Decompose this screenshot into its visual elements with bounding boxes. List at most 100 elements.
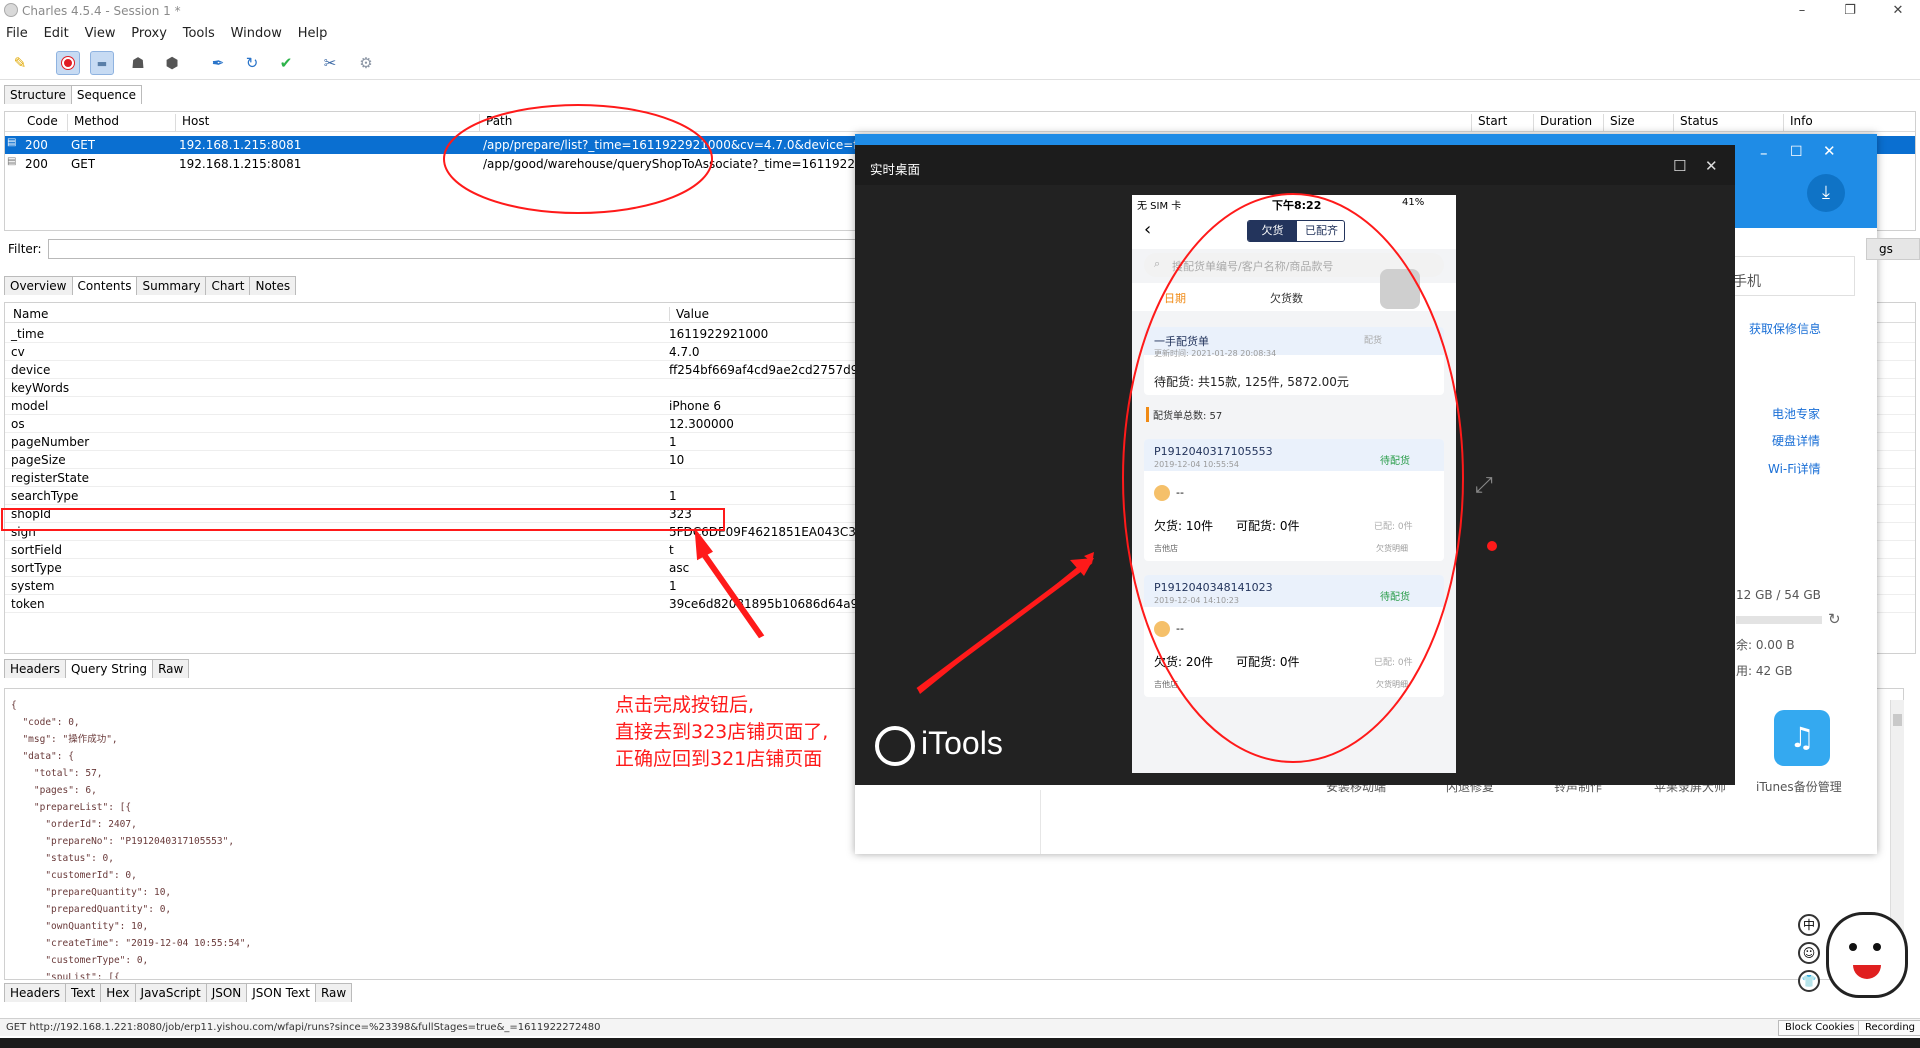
tab-notes[interactable]: Notes xyxy=(249,276,297,295)
tab-raw[interactable]: Raw xyxy=(152,659,190,678)
broom-icon[interactable]: ✎ xyxy=(8,51,32,75)
col-path[interactable]: Path xyxy=(479,114,512,132)
menu-proxy[interactable]: Proxy xyxy=(125,24,173,43)
view-tabs: Structure Sequence xyxy=(4,85,143,105)
tab-headers[interactable]: Headers xyxy=(4,983,66,1002)
col-name[interactable]: Name xyxy=(13,307,48,321)
title-bar: Charles 4.5.4 - Session 1 * – ❐ ✕ xyxy=(0,0,1920,22)
tools-icon[interactable]: ✂ xyxy=(318,51,342,75)
tab-query-string[interactable]: Query String xyxy=(64,659,154,678)
col-value[interactable]: Value xyxy=(669,307,709,321)
throttle-icon[interactable]: ▬ xyxy=(90,51,114,75)
download-icon[interactable]: ⤓ xyxy=(1807,174,1845,212)
shirt-icon[interactable]: 👕 xyxy=(1798,970,1820,992)
order-time: 2019-12-04 10:55:54 xyxy=(1154,460,1239,469)
param-value: 1 xyxy=(669,435,677,449)
maximize-icon[interactable]: ☐ xyxy=(1673,157,1686,175)
menu-edit[interactable]: Edit xyxy=(38,24,75,43)
emoji-icon[interactable]: ☺ xyxy=(1798,942,1820,964)
order-card[interactable]: P1912040317105553 2019-12-04 10:55:54 待配… xyxy=(1144,439,1444,561)
refresh-icon[interactable]: ↻ xyxy=(240,51,264,75)
itunes-backup-label[interactable]: iTunes备份管理 xyxy=(1756,778,1842,795)
tab-sequence[interactable]: Sequence xyxy=(70,85,143,104)
record-icon[interactable] xyxy=(56,51,80,75)
menu-view[interactable]: View xyxy=(79,24,122,43)
tab-overview[interactable]: Overview xyxy=(4,276,73,295)
tab-owe[interactable]: 欠货 xyxy=(1248,221,1297,241)
col-start[interactable]: Start xyxy=(1471,114,1507,132)
tab-text[interactable]: Text xyxy=(64,983,102,1002)
customer-name: -- xyxy=(1176,622,1184,635)
turtle-icon[interactable]: ☗ xyxy=(126,51,150,75)
menu-window[interactable]: Window xyxy=(225,24,288,43)
itools-minimize-icon[interactable]: – xyxy=(1760,144,1768,162)
itools-restore-icon[interactable]: ☐ xyxy=(1790,144,1803,160)
param-name: pageNumber xyxy=(11,435,90,449)
menu-bar: File Edit View Proxy Tools Window Help xyxy=(0,24,1920,44)
row-method: GET xyxy=(71,157,96,171)
order-status: 待配货 xyxy=(1380,592,1410,603)
json-line: "spuList": [{ xyxy=(11,972,120,980)
col-status[interactable]: Status xyxy=(1673,114,1718,132)
tab-complete[interactable]: 已配齐 xyxy=(1297,221,1344,241)
col-size[interactable]: Size xyxy=(1603,114,1635,132)
owe-detail-link[interactable]: 欠货明细 xyxy=(1376,679,1408,690)
hexagon-icon[interactable]: ⬢ xyxy=(160,51,184,75)
assistive-touch-icon[interactable] xyxy=(1380,269,1420,309)
param-name: cv xyxy=(11,345,25,359)
tab-javascript[interactable]: JavaScript xyxy=(134,983,207,1002)
summary-updated: 更新时间: 2021-01-28 20:08:34 xyxy=(1154,349,1277,358)
summary-card[interactable]: 一手配货单 更新时间: 2021-01-28 20:08:34 配货 待配货: … xyxy=(1144,327,1444,395)
phone-status-bar: 无 SIM 卡 下午8:22 41% xyxy=(1132,195,1456,213)
pen-icon[interactable]: ✒ xyxy=(206,51,230,75)
col-host[interactable]: Host xyxy=(175,114,209,132)
tab-contents[interactable]: Contents xyxy=(71,276,138,295)
total-label: 配货单总数: 57 xyxy=(1146,407,1222,422)
battery-link[interactable]: 电池专家 xyxy=(1772,405,1820,422)
itunes-icon[interactable]: ♫ xyxy=(1774,710,1830,766)
param-value: 323 xyxy=(669,507,692,521)
restore-button[interactable]: ❐ xyxy=(1838,2,1862,20)
param-name: searchType xyxy=(11,489,79,503)
param-value: 10 xyxy=(669,453,685,467)
tab-json-text[interactable]: JSON Text xyxy=(246,983,316,1002)
carrier-text: 无 SIM 卡 xyxy=(1137,201,1182,212)
zhong-icon[interactable]: 中 xyxy=(1798,914,1820,936)
menu-help[interactable]: Help xyxy=(292,24,334,43)
tab-headers[interactable]: Headers xyxy=(4,659,66,678)
fullscreen-icon[interactable]: ⤢ xyxy=(1475,473,1493,498)
sort-date[interactable]: 日期 xyxy=(1164,290,1186,306)
sort-owe[interactable]: 欠货数 xyxy=(1270,290,1303,306)
minimize-button[interactable]: – xyxy=(1790,2,1814,20)
gear-icon[interactable]: ⚙ xyxy=(354,51,378,75)
itools-menu-icon[interactable]: ✕ xyxy=(1823,142,1836,160)
order-card[interactable]: P1912040348141023 2019-12-04 14:10:23 待配… xyxy=(1144,575,1444,697)
disk-link[interactable]: 硬盘详情 xyxy=(1772,432,1820,449)
wifi-link[interactable]: Wi-Fi详情 xyxy=(1768,460,1821,477)
tab-chart[interactable]: Chart xyxy=(205,276,251,295)
tab-summary[interactable]: Summary xyxy=(136,276,207,295)
menu-file[interactable]: File xyxy=(0,24,34,43)
col-duration[interactable]: Duration xyxy=(1533,114,1592,132)
recording-button[interactable]: Recording xyxy=(1858,1020,1920,1036)
back-icon[interactable]: ‹ xyxy=(1144,219,1151,240)
tab-json[interactable]: JSON xyxy=(205,983,248,1002)
block-cookies-button[interactable]: Block Cookies xyxy=(1778,1020,1862,1036)
param-name: sign xyxy=(11,525,36,539)
tags-button[interactable]: gs xyxy=(1866,238,1920,260)
col-info[interactable]: Info xyxy=(1783,114,1813,132)
col-code[interactable]: Code xyxy=(21,114,58,132)
tab-hex[interactable]: Hex xyxy=(100,983,136,1002)
owe-detail-link[interactable]: 欠货明细 xyxy=(1376,543,1408,554)
mascot-icon[interactable] xyxy=(1826,912,1908,998)
tab-structure[interactable]: Structure xyxy=(4,85,72,104)
check-icon[interactable]: ✔ xyxy=(274,51,298,75)
close-button[interactable]: ✕ xyxy=(1886,2,1910,20)
order-no: P1912040317105553 xyxy=(1154,445,1273,458)
col-method[interactable]: Method xyxy=(67,114,119,132)
close-icon[interactable]: ✕ xyxy=(1705,157,1718,175)
menu-tools[interactable]: Tools xyxy=(177,24,221,43)
warranty-link[interactable]: 获取保修信息 xyxy=(1749,320,1821,337)
refresh-icon[interactable]: ↻ xyxy=(1828,610,1841,628)
tab-raw[interactable]: Raw xyxy=(314,983,353,1002)
